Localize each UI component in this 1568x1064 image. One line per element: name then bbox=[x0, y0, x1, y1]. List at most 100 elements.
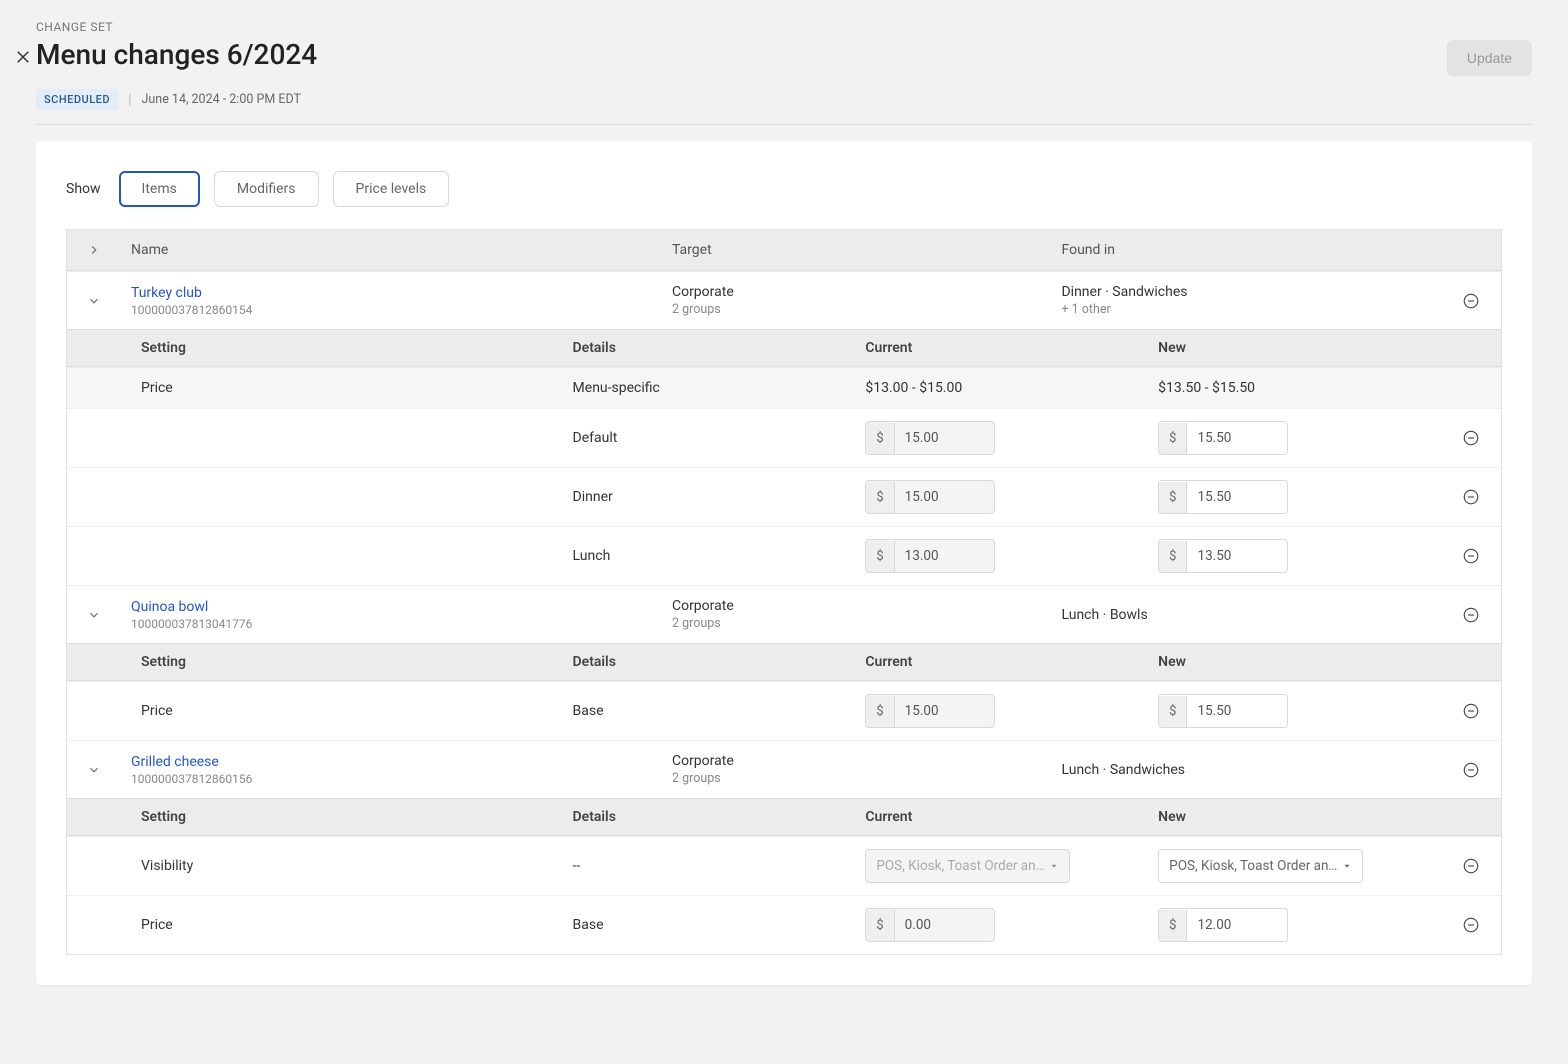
price-row: Price Base $ 0.00 $ 12.00 bbox=[67, 895, 1501, 954]
subcol-details: Details bbox=[563, 330, 856, 366]
chevron-down-icon[interactable] bbox=[87, 294, 101, 308]
new-visibility-select[interactable]: POS, Kiosk, Toast Order an… bbox=[1158, 849, 1363, 883]
current-price-input: $ 15.00 bbox=[865, 694, 995, 728]
chevron-right-icon[interactable] bbox=[87, 243, 101, 257]
summary-new: $13.50 - $15.50 bbox=[1148, 368, 1441, 408]
status-badge: SCHEDULED bbox=[36, 89, 118, 110]
summary-row: Price Menu-specific $13.00 - $15.00 $13.… bbox=[67, 367, 1501, 408]
current-price-input: $ 13.00 bbox=[865, 539, 995, 573]
current-price-input: $ 15.00 bbox=[865, 421, 995, 455]
item-target-sub: 2 groups bbox=[672, 771, 1042, 786]
subcol-setting: Setting bbox=[121, 644, 563, 680]
row-details: Dinner bbox=[563, 477, 856, 517]
summary-details: Menu-specific bbox=[563, 368, 856, 408]
kicker: CHANGE SET bbox=[36, 20, 1532, 34]
item-id: 100000037813041776 bbox=[131, 617, 652, 631]
remove-icon[interactable] bbox=[1462, 606, 1480, 624]
new-price-input[interactable]: $ 15.50 bbox=[1158, 421, 1288, 455]
current-price-value: 15.00 bbox=[895, 695, 949, 727]
summary-setting: Price bbox=[121, 368, 563, 408]
item-id: 100000037812860154 bbox=[131, 303, 652, 317]
tab-items[interactable]: Items bbox=[119, 171, 200, 207]
remove-icon[interactable] bbox=[1462, 761, 1480, 779]
row-details: Base bbox=[563, 691, 856, 731]
subcol-new: New bbox=[1148, 799, 1441, 835]
tab-modifiers[interactable]: Modifiers bbox=[214, 171, 319, 207]
currency-label: $ bbox=[866, 696, 894, 727]
subcol-new: New bbox=[1148, 644, 1441, 680]
item-found-in: Lunch · Bowls bbox=[1061, 607, 1431, 623]
close-icon[interactable] bbox=[14, 48, 32, 66]
chevron-down-icon bbox=[1342, 861, 1352, 871]
current-price-value: 15.00 bbox=[895, 422, 949, 454]
price-row: Price Base $ 15.00 $ 15.50 bbox=[67, 681, 1501, 740]
table-row: Quinoa bowl 100000037813041776 Corporate… bbox=[67, 585, 1501, 643]
item-target: Corporate bbox=[672, 284, 1042, 300]
row-setting: Price bbox=[121, 691, 563, 731]
price-row: Dinner $ 15.00 $ 15.50 bbox=[67, 467, 1501, 526]
current-price-input: $ 0.00 bbox=[865, 908, 995, 942]
price-row: Lunch $ 13.00 $ 13.50 bbox=[67, 526, 1501, 585]
row-setting: Price bbox=[121, 905, 563, 945]
chevron-down-icon[interactable] bbox=[87, 763, 101, 777]
item-id: 100000037812860156 bbox=[131, 772, 652, 786]
new-price-value: 12.00 bbox=[1187, 909, 1241, 941]
row-details: Default bbox=[563, 418, 856, 458]
chevron-down-icon bbox=[1049, 861, 1059, 871]
new-price-input[interactable]: $ 15.50 bbox=[1158, 694, 1288, 728]
item-target: Corporate bbox=[672, 753, 1042, 769]
remove-icon[interactable] bbox=[1462, 488, 1480, 506]
new-price-input[interactable]: $ 15.50 bbox=[1158, 480, 1288, 514]
subcol-details: Details bbox=[563, 644, 856, 680]
remove-icon[interactable] bbox=[1462, 547, 1480, 565]
item-target-sub: 2 groups bbox=[672, 302, 1042, 317]
remove-icon[interactable] bbox=[1462, 916, 1480, 934]
current-visibility-value: POS, Kiosk, Toast Order an… bbox=[876, 858, 1044, 874]
sub-header: Setting Details Current New bbox=[67, 643, 1501, 681]
subcol-current: Current bbox=[855, 330, 1148, 366]
new-price-input[interactable]: $ 13.50 bbox=[1158, 539, 1288, 573]
remove-icon[interactable] bbox=[1462, 857, 1480, 875]
currency-label: $ bbox=[866, 423, 894, 454]
row-details: Base bbox=[563, 905, 856, 945]
subcol-current: Current bbox=[855, 799, 1148, 835]
subcol-details: Details bbox=[563, 799, 856, 835]
new-price-value: 13.50 bbox=[1187, 540, 1241, 572]
item-name-link[interactable]: Quinoa bowl bbox=[131, 599, 652, 615]
current-price-value: 15.00 bbox=[895, 481, 949, 513]
new-price-input[interactable]: $ 12.00 bbox=[1158, 908, 1288, 942]
new-visibility-value: POS, Kiosk, Toast Order an… bbox=[1169, 858, 1337, 874]
currency-label: $ bbox=[1159, 482, 1187, 513]
item-name-link[interactable]: Turkey club bbox=[131, 285, 652, 301]
item-name-link[interactable]: Grilled cheese bbox=[131, 754, 652, 770]
meta-separator: | bbox=[128, 92, 131, 108]
item-target-sub: 2 groups bbox=[672, 616, 1042, 631]
show-label: Show bbox=[66, 181, 101, 197]
row-setting: Visibility bbox=[121, 846, 563, 886]
current-visibility-select: POS, Kiosk, Toast Order an… bbox=[865, 849, 1070, 883]
remove-icon[interactable] bbox=[1462, 429, 1480, 447]
tab-price-levels[interactable]: Price levels bbox=[333, 171, 450, 207]
subcol-setting: Setting bbox=[121, 799, 563, 835]
schedule-date: June 14, 2024 - 2:00 PM EDT bbox=[142, 92, 302, 107]
currency-label: $ bbox=[1159, 696, 1187, 727]
remove-icon[interactable] bbox=[1462, 702, 1480, 720]
item-found-in: Lunch · Sandwiches bbox=[1061, 762, 1431, 778]
new-price-value: 15.50 bbox=[1187, 695, 1241, 727]
item-found-sub: + 1 other bbox=[1061, 302, 1431, 317]
update-button[interactable]: Update bbox=[1447, 40, 1532, 76]
visibility-row: Visibility -- POS, Kiosk, Toast Order an… bbox=[67, 836, 1501, 895]
item-target: Corporate bbox=[672, 598, 1042, 614]
current-price-input: $ 15.00 bbox=[865, 480, 995, 514]
chevron-down-icon[interactable] bbox=[87, 608, 101, 622]
table-header: Name Target Found in bbox=[67, 230, 1501, 271]
subcol-current: Current bbox=[855, 644, 1148, 680]
table-row: Grilled cheese 100000037812860156 Corpor… bbox=[67, 740, 1501, 798]
currency-label: $ bbox=[1159, 541, 1187, 572]
remove-icon[interactable] bbox=[1462, 292, 1480, 310]
new-price-value: 15.50 bbox=[1187, 422, 1241, 454]
current-price-value: 0.00 bbox=[895, 909, 941, 941]
price-row: Default $ 15.00 $ 15.50 bbox=[67, 408, 1501, 467]
currency-label: $ bbox=[866, 482, 894, 513]
sub-header: Setting Details Current New bbox=[67, 798, 1501, 836]
